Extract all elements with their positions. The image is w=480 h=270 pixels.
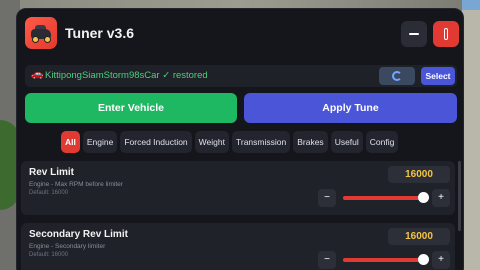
category-tabs: All Engine Forced Induction Weight Trans…: [61, 131, 399, 153]
setting-value-input[interactable]: 16000: [388, 228, 450, 245]
setting-description: Engine - Secondary limiter: [29, 243, 106, 250]
decrement-button[interactable]: −: [318, 251, 336, 269]
tab-useful[interactable]: Useful: [330, 131, 363, 153]
setting-description: Engine - Max RPM before limiter: [29, 181, 123, 188]
setting-card-rev-limit: Rev Limit Engine - Max RPM before limite…: [21, 161, 455, 215]
increment-button[interactable]: +: [432, 189, 450, 207]
slider-fill: [343, 258, 424, 262]
tab-all[interactable]: All: [61, 131, 80, 153]
slider-handle[interactable]: [417, 192, 429, 203]
apply-tune-button[interactable]: Apply Tune: [244, 93, 457, 123]
slider-handle[interactable]: [417, 254, 429, 265]
increment-button[interactable]: +: [432, 251, 450, 269]
setting-default: Default: 16000: [29, 190, 69, 196]
tuner-window: Tuner v3.6 🚗 KittipongSiamStorm98sCar ✓ …: [16, 8, 464, 270]
close-button[interactable]: [433, 21, 459, 47]
tab-weight[interactable]: Weight: [194, 131, 229, 153]
vehicle-status: KittipongSiamStorm98sCar ✓ restored: [45, 70, 208, 81]
setting-title: Secondary Rev Limit: [29, 229, 128, 240]
setting-value-input[interactable]: 16000: [388, 166, 450, 183]
vehicle-config-row: 🚗 KittipongSiamStorm98sCar ✓ restored Se…: [25, 65, 457, 87]
car-logo-icon: [25, 17, 57, 49]
setting-default: Default: 16000: [29, 252, 69, 258]
title-bar[interactable]: Tuner v3.6: [17, 9, 463, 59]
close-icon: [444, 28, 448, 40]
setting-card-secondary-rev-limit: Secondary Rev Limit Engine - Secondary l…: [21, 223, 455, 270]
minimize-button[interactable]: [401, 21, 427, 47]
app-title: Tuner v3.6: [65, 25, 134, 41]
background-wall: [462, 0, 480, 270]
background-sky: [462, 0, 480, 10]
enter-vehicle-button[interactable]: Enter Vehicle: [25, 93, 237, 123]
select-button[interactable]: Select: [421, 67, 455, 85]
setting-slider[interactable]: [343, 254, 429, 265]
setting-slider[interactable]: [343, 192, 429, 203]
scrollbar[interactable]: [458, 161, 461, 231]
tab-engine[interactable]: Engine: [82, 131, 118, 153]
minimize-icon: [409, 33, 419, 35]
car-icon: 🚗: [31, 69, 44, 80]
decrement-button[interactable]: −: [318, 189, 336, 207]
tab-transmission[interactable]: Transmission: [231, 131, 291, 153]
tab-forced-induction[interactable]: Forced Induction: [120, 131, 192, 153]
tab-brakes[interactable]: Brakes: [293, 131, 328, 153]
refresh-button[interactable]: [379, 67, 415, 85]
slider-fill: [343, 196, 424, 200]
tab-config[interactable]: Config: [365, 131, 399, 153]
setting-title: Rev Limit: [29, 167, 75, 178]
refresh-icon: [392, 71, 402, 81]
